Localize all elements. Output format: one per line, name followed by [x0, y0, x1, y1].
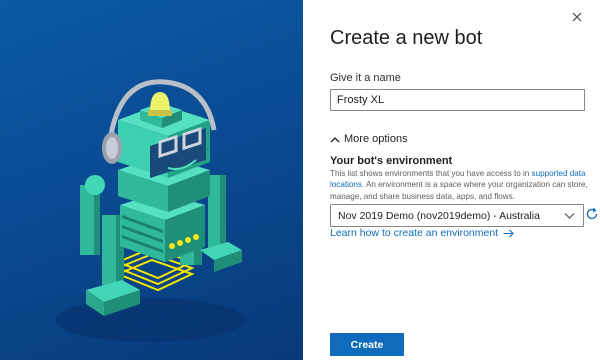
- environment-selected-value: Nov 2019 Demo (nov2019demo) - Australia: [338, 209, 540, 222]
- learn-link-label: Learn how to create an environment: [330, 227, 499, 239]
- environment-description-text-end: . An environment is a space where your o…: [330, 180, 588, 201]
- environment-select[interactable]: Nov 2019 Demo (nov2019demo) - Australia: [330, 204, 584, 227]
- bot-name-label: Give it a name: [330, 72, 401, 84]
- illustration-panel: [0, 0, 303, 360]
- close-button[interactable]: [568, 8, 586, 26]
- refresh-icon: [586, 207, 598, 220]
- chevron-down-icon: [564, 213, 575, 219]
- arrow-right-icon: [503, 229, 514, 237]
- create-button[interactable]: Create: [330, 333, 404, 356]
- page-title: Create a new bot: [330, 27, 483, 49]
- more-options-toggle[interactable]: More options: [330, 133, 408, 145]
- environment-description-text: This list shows environments that you ha…: [330, 169, 532, 178]
- learn-create-environment-link[interactable]: Learn how to create an environment: [330, 227, 514, 239]
- create-bot-panel: Create a new bot Give it a name More opt…: [303, 0, 600, 360]
- refresh-environments-button[interactable]: [584, 205, 600, 223]
- environment-description: This list shows environments that you ha…: [330, 168, 588, 202]
- robot-illustration: [55, 79, 245, 342]
- chevron-up-icon: [330, 136, 340, 142]
- more-options-label: More options: [344, 133, 408, 145]
- environment-heading: Your bot's environment: [330, 155, 453, 167]
- bot-name-input[interactable]: [330, 89, 585, 111]
- close-icon: [572, 12, 582, 22]
